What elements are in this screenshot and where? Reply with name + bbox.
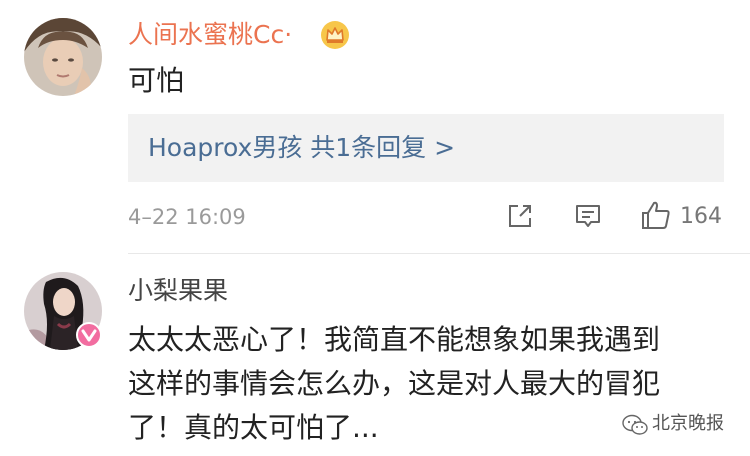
comment-text: 可怕 — [128, 64, 185, 97]
replies-preview[interactable]: Hoaprox男孩 共1条回复 > — [128, 114, 724, 182]
username[interactable]: 人间水蜜桃Cc· — [128, 20, 292, 50]
wechat-icon — [622, 414, 648, 435]
avatar[interactable] — [24, 18, 102, 96]
v-icon — [81, 329, 97, 342]
crown-icon — [321, 21, 349, 49]
comment-text-line: 太太太恶心了！我简直不能想象如果我遇到 — [128, 323, 661, 356]
comment-item: 人间水蜜桃Cc· 可怕 Hoaprox男孩 共1条回复 > 4–22 16:09… — [0, 0, 750, 253]
timestamp: 4–22 16:09 — [128, 205, 246, 229]
share-icon[interactable] — [506, 202, 534, 230]
like-icon[interactable] — [640, 199, 672, 231]
like-count: 164 — [680, 204, 722, 229]
comment-icon[interactable] — [574, 202, 602, 230]
verified-v-badge — [76, 322, 102, 348]
replies-link[interactable]: Hoaprox男孩 共1条回复 > — [148, 132, 455, 164]
watermark-text: 北京晚报 — [652, 413, 724, 434]
comment-text-line: 这样的事情会怎么办，这是对人最大的冒犯 — [128, 367, 661, 400]
username[interactable]: 小梨果果 — [128, 276, 228, 306]
